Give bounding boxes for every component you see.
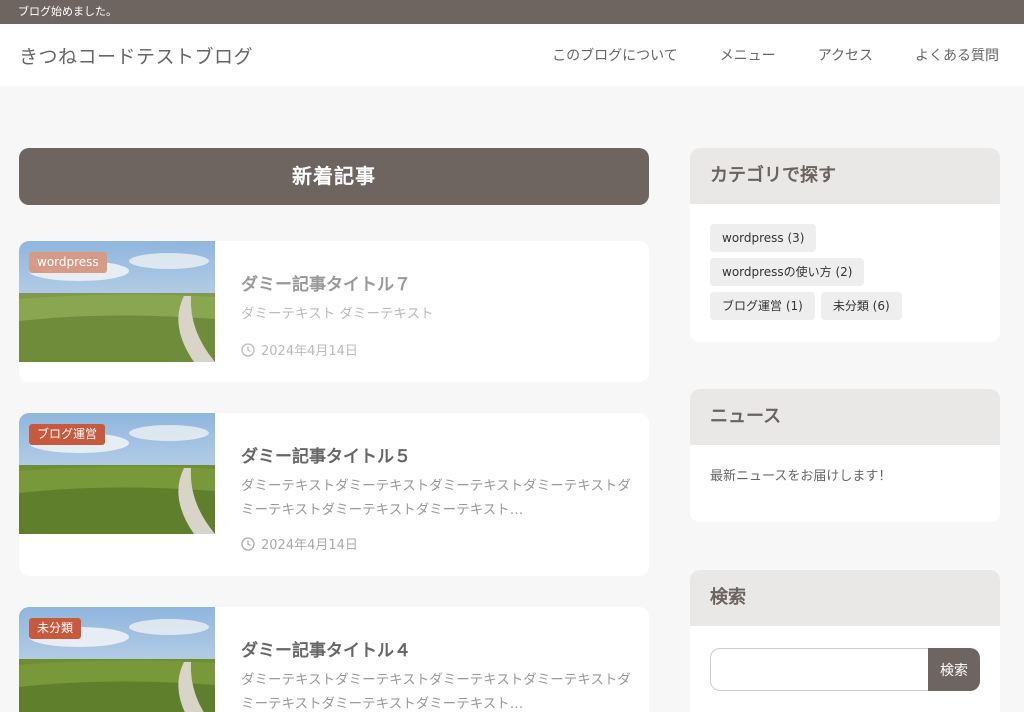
search-button[interactable]: 検索 <box>928 648 980 691</box>
category-tag-wordpress[interactable]: wordpress (3) <box>710 224 817 252</box>
nav-item-menu[interactable]: メニュー <box>720 45 776 65</box>
nav-item-faq[interactable]: よくある質問 <box>915 45 999 65</box>
category-tag-uncategorized[interactable]: 未分類 (6) <box>820 292 902 320</box>
clock-icon <box>241 536 255 551</box>
nav-item-about[interactable]: このブログについて <box>552 45 678 65</box>
widget-title: ニュース <box>690 389 1000 445</box>
post-title[interactable]: ダミー記事タイトル５ <box>241 442 411 467</box>
post-title[interactable]: ダミー記事タイトル４ <box>241 636 411 661</box>
widget-title: カテゴリで探す <box>690 148 1000 204</box>
section-title: 新着記事 <box>19 148 649 205</box>
category-label: 未分類 <box>29 618 82 639</box>
post-date-text: 2024年4月14日 <box>261 344 358 359</box>
post-date: 2024年4月14日 <box>241 340 358 359</box>
news-text: 最新ニュースをお届けします！ <box>710 469 892 484</box>
post-excerpt: ダミーテキストダミーテキストダミーテキストダミーテキストダミーテキストダミーテキ… <box>241 672 631 712</box>
category-tag-list: wordpress (3) wordpressの使い方 (2) ブログ運営 (1… <box>690 204 980 326</box>
post-card[interactable]: wordpress ダミー記事タイトル７ ダミーテキスト ダミーテキスト 202… <box>19 241 649 382</box>
post-thumbnail[interactable]: 未分類 <box>19 607 215 712</box>
clock-icon <box>241 342 255 357</box>
category-tag-wordpress-howto[interactable]: wordpressの使い方 (2) <box>710 258 865 286</box>
global-nav: このブログについて メニュー アクセス よくある質問 <box>510 45 999 65</box>
search-widget: 検索 検索 <box>690 570 1000 712</box>
category-widget: カテゴリで探す wordpress (3) wordpressの使い方 (2) … <box>690 148 1000 342</box>
post-excerpt: ダミーテキスト ダミーテキスト <box>241 306 434 322</box>
topbar: ブログ始めました。 <box>0 0 1024 24</box>
category-label: wordpress <box>29 252 107 273</box>
site-title[interactable]: きつねコードテストブログ <box>19 42 253 69</box>
news-widget: ニュース 最新ニュースをお届けします！ <box>690 389 1000 522</box>
post-card[interactable]: ブログ運営 ダミー記事タイトル５ ダミーテキストダミーテキストダミーテキストダミ… <box>19 413 649 576</box>
widget-title: 検索 <box>690 570 1000 626</box>
post-date: 2024年4月14日 <box>241 534 358 553</box>
category-tag-blog-management[interactable]: ブログ運営 (1) <box>710 292 815 320</box>
search-input[interactable] <box>710 648 928 691</box>
post-card[interactable]: 未分類 ダミー記事タイトル４ ダミーテキストダミーテキストダミーテキストダミーテ… <box>19 607 649 712</box>
nav-item-access[interactable]: アクセス <box>818 45 873 65</box>
post-thumbnail[interactable]: wordpress <box>19 241 215 362</box>
post-excerpt: ダミーテキストダミーテキストダミーテキストダミーテキストダミーテキストダミーテキ… <box>241 478 631 518</box>
category-label: ブログ運営 <box>29 424 106 445</box>
site-header: きつねコードテストブログ このブログについて メニュー アクセス よくある質問 <box>0 24 1024 86</box>
post-title[interactable]: ダミー記事タイトル７ <box>241 270 411 295</box>
search-form: 検索 <box>710 648 980 691</box>
post-thumbnail[interactable]: ブログ運営 <box>19 413 215 534</box>
topbar-text: ブログ始めました。 <box>18 5 117 18</box>
post-date-text: 2024年4月14日 <box>261 538 358 553</box>
